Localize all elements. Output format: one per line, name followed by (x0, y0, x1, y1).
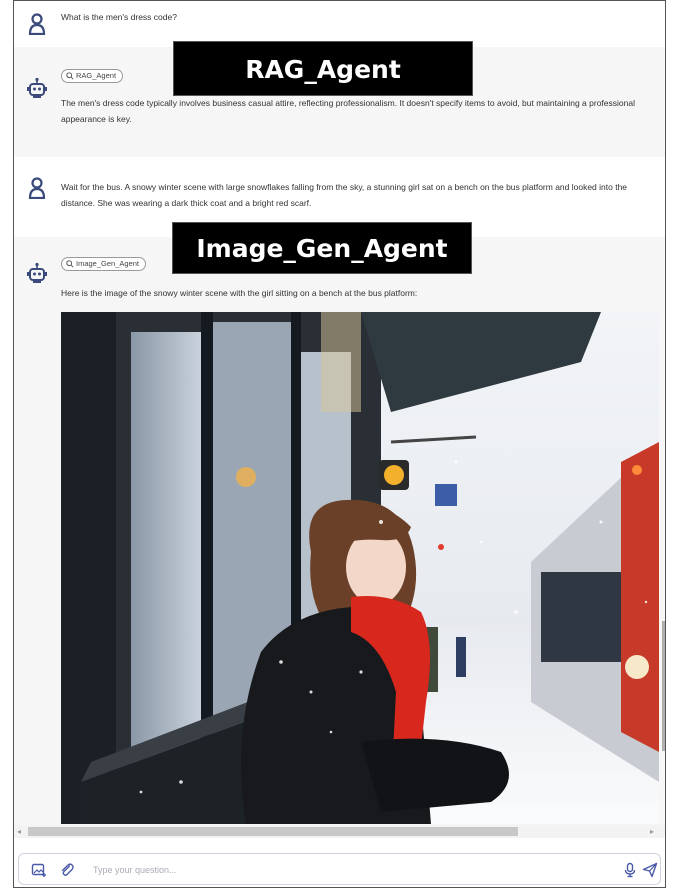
image-add-icon[interactable] (31, 862, 47, 878)
message-text: Here is the image of the snowy winter sc… (61, 288, 418, 298)
horizontal-scrollbar[interactable] (14, 825, 665, 838)
generated-image-art (61, 312, 659, 824)
question-input[interactable] (91, 861, 575, 879)
scroll-right-icon[interactable]: ▸ (650, 827, 654, 836)
search-icon (66, 72, 74, 80)
agent-chip-label: RAG_Agent (76, 71, 117, 80)
horizontal-scrollbar-thumb[interactable] (28, 827, 518, 836)
send-icon[interactable] (642, 862, 658, 878)
agent-chip[interactable]: Image_Gen_Agent (61, 257, 146, 271)
scroll-left-icon[interactable]: ◂ (17, 827, 21, 836)
agent-chip[interactable]: RAG_Agent (61, 69, 124, 83)
vertical-scrollbar-thumb[interactable] (662, 621, 665, 751)
chat-composer (18, 853, 661, 885)
message-text: The men's dress code typically involves … (61, 98, 635, 124)
microphone-icon[interactable] (622, 862, 638, 878)
agent-chip-label: Image_Gen_Agent (76, 259, 139, 268)
user-icon (28, 177, 46, 199)
generated-image[interactable] (61, 312, 659, 824)
message-text: What is the men's dress code? (61, 12, 177, 22)
image-gen-agent-banner: Image_Gen_Agent (172, 222, 472, 274)
chat-window: What is the men's dress code? RAG_Agent … (13, 0, 666, 888)
paperclip-icon[interactable] (59, 862, 75, 878)
user-icon (28, 13, 46, 35)
rag-agent-banner: RAG_Agent (173, 41, 473, 96)
robot-icon (27, 262, 47, 283)
search-icon (66, 260, 74, 268)
message-text: Wait for the bus. A snowy winter scene w… (61, 182, 628, 208)
robot-icon (27, 77, 47, 98)
